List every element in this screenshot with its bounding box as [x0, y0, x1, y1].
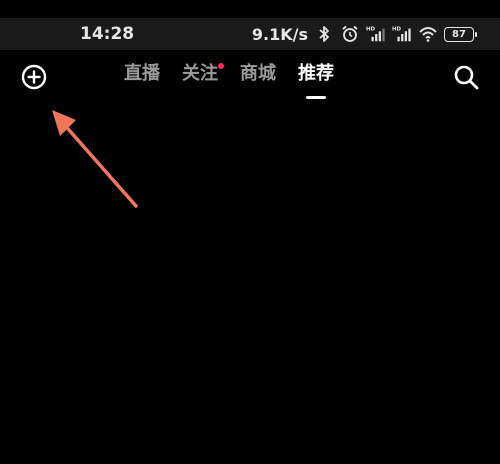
notification-badge [218, 63, 224, 69]
battery-icon: 87 [444, 26, 477, 42]
tab-label: 直播 [124, 63, 160, 84]
search-icon[interactable] [452, 63, 480, 91]
status-icons: 9.1K/s HD HD 87 [251, 22, 477, 46]
status-time: 14:28 [80, 24, 135, 44]
bluetooth-icon [319, 26, 329, 42]
wifi-icon [419, 27, 437, 42]
tab-label: 推荐 [298, 63, 334, 84]
signal-hd-icon: HD [366, 26, 385, 42]
tab-bar: 直播 关注 商城 推荐 [124, 61, 334, 99]
tab-label: 关注 [182, 63, 218, 84]
tab-recommended[interactable]: 推荐 [298, 61, 334, 99]
top-navigation: 直播 关注 商城 推荐 [0, 55, 500, 99]
tab-live[interactable]: 直播 [124, 61, 160, 93]
svg-text:HD: HD [392, 26, 402, 32]
tab-label: 商城 [240, 63, 276, 84]
signal-hd-icon: HD [392, 26, 411, 42]
alarm-icon [342, 25, 358, 42]
status-bar: 14:28 9.1K/s HD HD 87 [0, 18, 500, 50]
svg-text:HD: HD [366, 26, 376, 32]
tab-mall[interactable]: 商城 [240, 61, 276, 93]
network-speed: 9.1K/s [251, 24, 308, 44]
plus-circle-icon[interactable] [20, 63, 48, 91]
annotation-arrow [52, 110, 138, 208]
battery-level: 87 [452, 28, 466, 40]
tab-following[interactable]: 关注 [182, 61, 224, 93]
